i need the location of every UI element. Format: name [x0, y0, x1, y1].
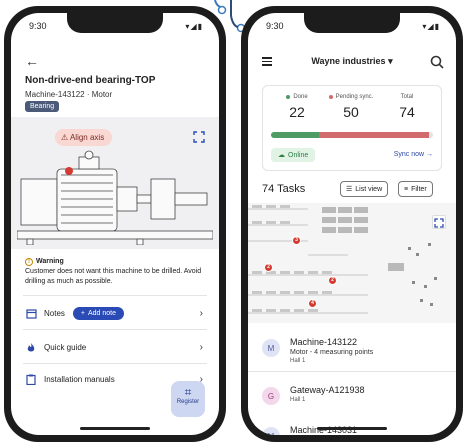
status-time: 9:30	[29, 21, 47, 31]
phone-left: 9:30 ▾◢▮ ← Non-drive-end bearing-TOP Mac…	[4, 6, 226, 442]
register-button[interactable]: ⌗ Register	[171, 381, 205, 417]
online-badge: ☁ Online	[271, 148, 316, 162]
list-icon: ☰	[346, 186, 353, 193]
list-view-button[interactable]: ☰ List view	[340, 181, 389, 197]
task-location: Hall 1	[290, 358, 306, 364]
floor-plan-drawing	[248, 205, 437, 314]
signal-battery-icon: ▾◢▮	[422, 22, 440, 31]
online-label: Online	[288, 151, 309, 159]
arrow-right-icon: →	[426, 151, 433, 158]
stat-label: Pending sync.	[335, 94, 374, 100]
stat-value: 50	[343, 104, 359, 120]
flame-icon	[25, 341, 37, 353]
clipboard-icon	[25, 373, 37, 385]
sync-progress-bar	[271, 132, 433, 138]
stat-value: 22	[289, 104, 305, 120]
asset-detail-screen: 9:30 ▾◢▮ ← Non-drive-end bearing-TOP Mac…	[11, 13, 219, 435]
add-note-button[interactable]: + Add note	[72, 306, 125, 320]
motor-image: ⚠︎ Align axis	[11, 117, 219, 249]
add-note-label: Add note	[88, 309, 117, 317]
menu-item-notes[interactable]: Notes + Add note ›	[25, 303, 205, 323]
notes-label: Notes	[44, 308, 65, 318]
divider	[23, 295, 207, 296]
list-view-label: List view	[355, 185, 383, 193]
app-header: Wayne industries ▾	[248, 55, 456, 71]
warning-box: ! Warning Customer does not want this ma…	[25, 257, 205, 287]
company-selector[interactable]: Wayne industries ▾	[248, 56, 456, 67]
quick-guide-label: Quick guide	[44, 342, 87, 352]
divider	[248, 371, 456, 372]
plus-icon: +	[80, 309, 85, 317]
register-icon: ⌗	[184, 385, 192, 399]
phone-notch	[304, 13, 400, 33]
asset-subtitle: Machine-143122 · Motor	[25, 90, 113, 99]
tasks-title: 74 Tasks	[262, 183, 306, 195]
task-list-item[interactable]: M Machine-143122 Motor - 4 measuring poi…	[248, 329, 456, 375]
progress-pending	[319, 132, 429, 138]
warning-icon: !	[25, 258, 33, 266]
progress-done	[271, 132, 320, 138]
asset-title: Non-drive-end bearing-TOP	[25, 75, 156, 86]
search-icon[interactable]	[430, 55, 444, 69]
caret-down-icon: ▾	[388, 56, 393, 66]
avatar: M	[262, 339, 280, 357]
warning-text: Customer does not want this machine to b…	[25, 268, 202, 285]
divider	[23, 363, 207, 364]
task-subtitle: Motor - 4 measuring points	[290, 349, 374, 356]
home-indicator	[80, 427, 150, 430]
avatar: M	[262, 427, 280, 435]
cloud-icon: ☁	[278, 152, 285, 159]
showcase-stage: 9:30 ▾◢▮ ← Non-drive-end bearing-TOP Mac…	[0, 0, 466, 445]
avatar: G	[262, 387, 280, 405]
stat-value: 74	[399, 104, 415, 120]
installation-manuals-label: Installation manuals	[44, 374, 115, 384]
stat-pending: Pending sync. 50	[321, 94, 381, 120]
floor-plan-map[interactable]: 3 2 2 4	[248, 203, 456, 323]
divider	[23, 329, 207, 330]
signal-battery-icon: ▾◢▮	[185, 22, 203, 31]
map-pin[interactable]: 2	[264, 263, 273, 272]
phone-notch	[67, 13, 163, 33]
map-pin[interactable]: 2	[328, 276, 337, 285]
stat-done: Done 22	[267, 94, 327, 120]
tasks-screen: 9:30 ▾◢▮ Wayne industries ▾ Done 22 Pend…	[248, 13, 456, 435]
stat-label: Done	[293, 94, 308, 100]
align-axis-label: Align axis	[69, 133, 105, 142]
stat-label: Total	[400, 94, 414, 100]
sync-label: Sync now	[393, 151, 425, 158]
motor-drawing	[17, 150, 213, 245]
warning-title: Warning	[36, 258, 64, 265]
asset-tag: Bearing	[25, 101, 60, 112]
done-dot	[286, 95, 291, 99]
filter-label: Filter	[411, 185, 427, 193]
menu-item-quick-guide[interactable]: Quick guide ›	[25, 337, 205, 357]
task-title: Machine-143122	[290, 337, 358, 347]
map-expand-icon[interactable]	[432, 215, 446, 229]
task-list-item[interactable]: M Machine-143031	[248, 417, 456, 435]
pending-dot	[328, 95, 333, 99]
map-pin[interactable]: 3	[292, 236, 301, 245]
status-time: 9:30	[266, 21, 284, 31]
register-label: Register	[176, 399, 200, 405]
company-name: Wayne industries	[311, 56, 386, 66]
back-arrow-icon[interactable]: ←	[25, 53, 39, 69]
sync-stats-card: Done 22 Pending sync. 50 Total 74 ☁ Onli…	[262, 85, 442, 171]
map-pin[interactable]: 4	[308, 299, 317, 308]
calendar-icon	[25, 307, 37, 319]
filter-button[interactable]: ≡ Filter	[398, 181, 433, 197]
phone-right: 9:30 ▾◢▮ Wayne industries ▾ Done 22 Pend…	[241, 6, 463, 442]
align-icon: ⚠︎	[61, 133, 69, 142]
align-axis-button[interactable]: ⚠︎ Align axis	[55, 129, 113, 146]
filter-icon: ≡	[404, 185, 409, 193]
home-indicator	[317, 427, 387, 430]
expand-icon[interactable]	[193, 131, 205, 143]
chevron-right-icon: ›	[199, 341, 203, 353]
task-title: Gateway-A121938	[290, 385, 365, 395]
task-location: Hall 1	[290, 397, 306, 403]
stat-total: Total 74	[377, 94, 437, 120]
chevron-right-icon: ›	[199, 307, 203, 319]
sync-now-button[interactable]: Sync now →	[394, 151, 433, 158]
